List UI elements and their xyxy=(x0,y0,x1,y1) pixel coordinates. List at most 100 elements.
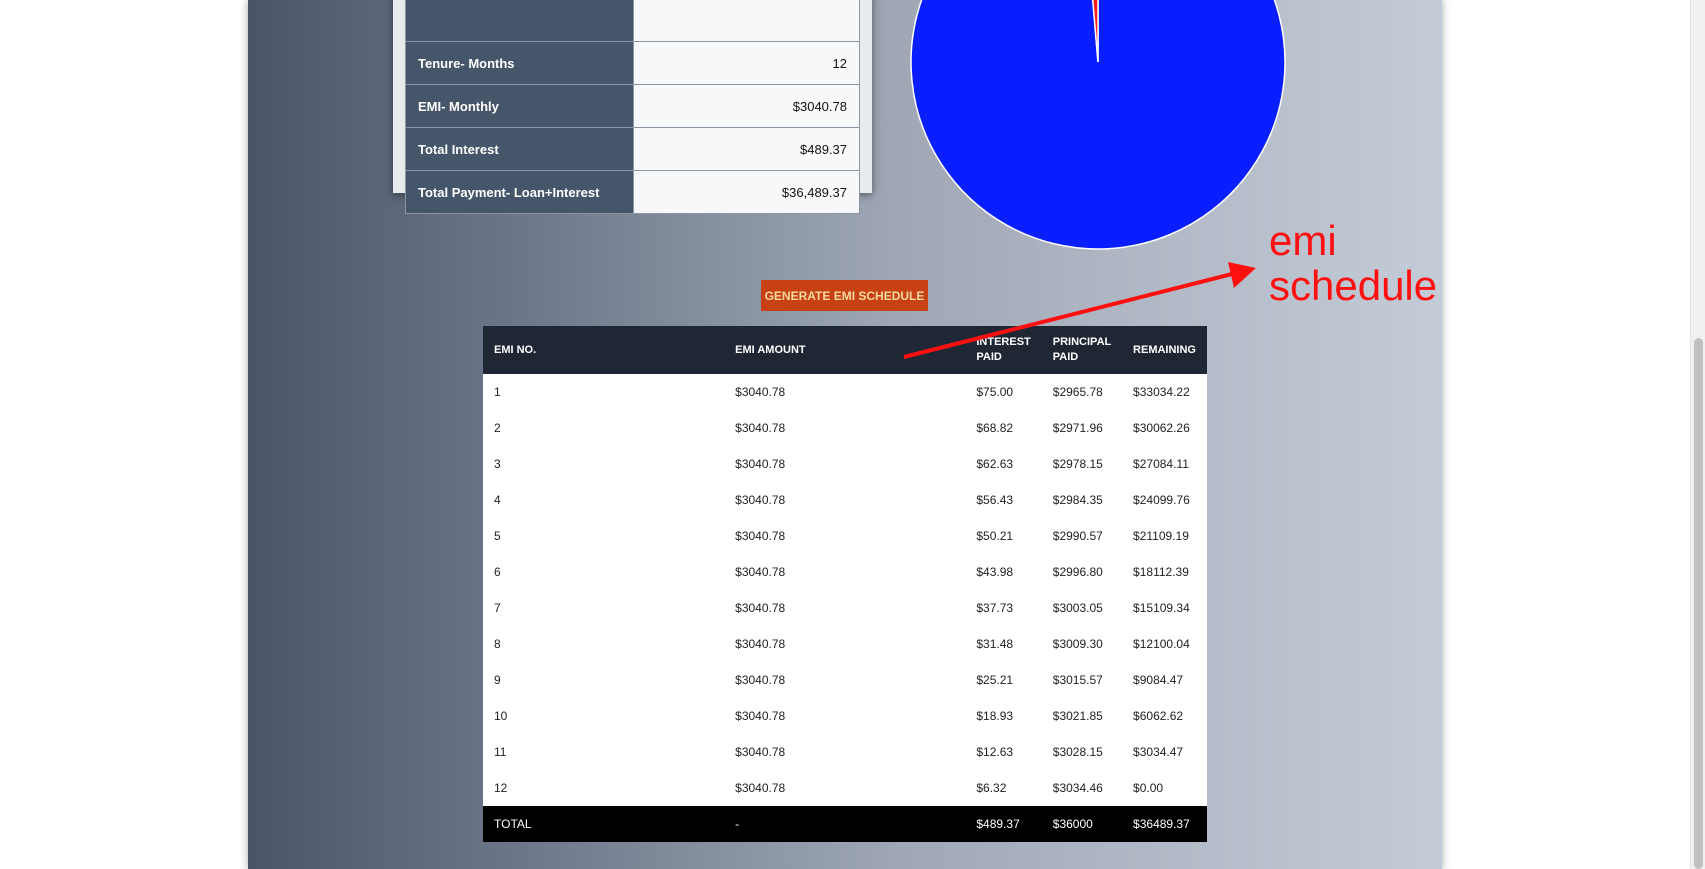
emi-amount-cell: $3040.78 xyxy=(735,457,786,471)
interest-paid-cell: $43.98 xyxy=(976,565,1014,579)
emi-no-cell: 5 xyxy=(494,529,501,543)
total-interest-paid-cell: $489.37 xyxy=(976,817,1020,831)
page-scrollbar[interactable] xyxy=(1690,0,1705,869)
loan-summary-table: Tenure- Months 12 EMI- Monthly $3040.78 Tota… xyxy=(405,0,860,214)
principal-paid-cell: $3034.46 xyxy=(1052,781,1103,795)
annotation-label: emi schedule xyxy=(1269,218,1437,308)
emi-no-cell: 6 xyxy=(494,565,501,579)
total-emi-no-cell: TOTAL xyxy=(494,817,532,831)
remaining-cell: $0.00 xyxy=(1133,781,1164,795)
total-remaining-cell: $36489.37 xyxy=(1133,817,1190,831)
emi-no-cell: 3 xyxy=(494,457,501,471)
emi-no-cell: 12 xyxy=(494,781,508,795)
summary-label: Total Payment- Loan+Interest xyxy=(405,170,634,214)
header-remaining: REMAINING xyxy=(1133,343,1196,356)
principal-paid-cell: $3003.05 xyxy=(1052,601,1103,615)
remaining-cell: $24099.76 xyxy=(1133,493,1190,507)
schedule-row: 6 $3040.78 $43.98 $2996.80 $18112.39 xyxy=(483,554,1207,590)
summary-value: 12 xyxy=(633,41,860,85)
emi-pie-chart xyxy=(910,0,1286,250)
emi-no-cell: 10 xyxy=(494,709,508,723)
emi-amount-cell: $3040.78 xyxy=(735,781,786,795)
summary-label: EMI- Monthly xyxy=(405,84,634,128)
remaining-cell: $18112.39 xyxy=(1133,565,1189,579)
principal-paid-cell: $2965.78 xyxy=(1052,385,1103,399)
remaining-cell: $12100.04 xyxy=(1133,637,1190,651)
emi-no-cell: 8 xyxy=(494,637,501,651)
emi-no-cell: 11 xyxy=(494,745,507,759)
emi-amount-cell: $3040.78 xyxy=(735,709,786,723)
interest-paid-cell: $68.82 xyxy=(976,421,1014,435)
interest-paid-cell: $12.63 xyxy=(976,745,1014,759)
emi-amount-cell: $3040.78 xyxy=(735,745,786,759)
interest-paid-cell: $37.73 xyxy=(976,601,1014,615)
emi-no-cell: 4 xyxy=(494,493,501,507)
header-emi-no: EMI NO. xyxy=(494,343,537,356)
emi-no-cell: 2 xyxy=(494,421,501,435)
interest-paid-cell: $18.93 xyxy=(976,709,1014,723)
emi-no-cell: 7 xyxy=(494,601,501,615)
remaining-cell: $33034.22 xyxy=(1133,385,1190,399)
principal-paid-cell: $2996.80 xyxy=(1052,565,1103,579)
principal-paid-cell: $2971.96 xyxy=(1052,421,1103,435)
remaining-cell: $30062.26 xyxy=(1133,421,1190,435)
schedule-row: 5 $3040.78 $50.21 $2990.57 $21109.19 xyxy=(483,518,1207,554)
annotation-line-2: schedule xyxy=(1269,262,1438,309)
interest-paid-cell: $6.32 xyxy=(976,781,1007,795)
schedule-row: 2 $3040.78 $68.82 $2971.96 $30062.26 xyxy=(483,410,1207,446)
principal-paid-cell: $2978.15 xyxy=(1052,457,1103,471)
summary-row: Total Payment- Loan+Interest $36,489.37 xyxy=(405,170,860,214)
emi-schedule-table: EMI NO. EMI AMOUNT INTEREST PAID PRINCIPAL … xyxy=(483,326,1207,842)
summary-row xyxy=(405,0,860,42)
remaining-cell: $15109.34 xyxy=(1133,601,1190,615)
total-emi-amount-cell: - xyxy=(735,817,740,831)
summary-value: $36,489.37 xyxy=(633,170,860,214)
interest-paid-cell: $62.63 xyxy=(976,457,1014,471)
loan-summary-card: Tenure- Months 12 EMI- Monthly $3040.78 Tota… xyxy=(393,0,872,214)
schedule-row: 10 $3040.78 $18.93 $3021.85 $6062.62 xyxy=(483,698,1207,734)
schedule-header-row: EMI NO. EMI AMOUNT INTEREST PAID PRINCIPAL … xyxy=(483,326,1207,374)
summary-label: Total Interest xyxy=(405,127,634,171)
principal-paid-cell: $3015.57 xyxy=(1052,673,1103,687)
principal-paid-cell: $3021.85 xyxy=(1052,709,1103,723)
emi-amount-cell: $3040.78 xyxy=(735,493,786,507)
emi-amount-cell: $3040.78 xyxy=(735,421,786,435)
generate-emi-schedule-button[interactable]: GENERATE EMI SCHEDULE xyxy=(761,280,928,311)
schedule-total-row: TOTAL - $489.37 $36000 $36489.37 xyxy=(483,806,1207,842)
summary-row: Tenure- Months 12 xyxy=(405,41,860,85)
header-emi-amount: EMI AMOUNT xyxy=(735,343,806,356)
schedule-row: 8 $3040.78 $31.48 $3009.30 $12100.04 xyxy=(483,626,1207,662)
interest-paid-cell: $75.00 xyxy=(976,385,1014,399)
interest-paid-cell: $56.43 xyxy=(976,493,1014,507)
schedule-row: 9 $3040.78 $25.21 $3015.57 $9084.47 xyxy=(483,662,1207,698)
emi-amount-cell: $3040.78 xyxy=(735,385,786,399)
remaining-cell: $27084.11 xyxy=(1133,457,1189,471)
total-principal-paid-cell: $36000 xyxy=(1052,817,1093,831)
summary-value: $489.37 xyxy=(633,127,860,171)
schedule-row: 7 $3040.78 $37.73 $3003.05 $15109.34 xyxy=(483,590,1207,626)
interest-paid-cell: $25.21 xyxy=(976,673,1014,687)
header-interest-paid: INTEREST PAID xyxy=(976,336,1031,363)
interest-paid-cell: $31.48 xyxy=(976,637,1014,651)
schedule-row: 3 $3040.78 $62.63 $2978.15 $27084.11 xyxy=(483,446,1207,482)
principal-paid-cell: $3028.15 xyxy=(1052,745,1103,759)
emi-amount-cell: $3040.78 xyxy=(735,601,786,615)
header-principal-paid: PRINCIPAL PAID xyxy=(1052,336,1112,363)
summary-row: Total Interest $489.37 xyxy=(405,127,860,171)
emi-amount-cell: $3040.78 xyxy=(735,529,786,543)
remaining-cell: $21109.19 xyxy=(1133,529,1189,543)
summary-value xyxy=(633,0,860,42)
principal-paid-cell: $2990.57 xyxy=(1052,529,1103,543)
interest-paid-cell: $50.21 xyxy=(976,529,1014,543)
principal-paid-cell: $2984.35 xyxy=(1052,493,1103,507)
remaining-cell: $9084.47 xyxy=(1133,673,1184,687)
scrollbar-thumb[interactable] xyxy=(1694,338,1703,869)
schedule-row: 4 $3040.78 $56.43 $2984.35 $24099.76 xyxy=(483,482,1207,518)
remaining-cell: $3034.47 xyxy=(1133,745,1184,759)
principal-paid-cell: $3009.30 xyxy=(1052,637,1103,651)
annotation-line-1: emi xyxy=(1269,217,1337,264)
schedule-row: 11 $3040.78 $12.63 $3028.15 $3034.47 xyxy=(483,734,1207,770)
summary-label xyxy=(405,0,634,42)
schedule-row: 12 $3040.78 $6.32 $3034.46 $0.00 xyxy=(483,770,1207,806)
emi-amount-cell: $3040.78 xyxy=(735,565,786,579)
